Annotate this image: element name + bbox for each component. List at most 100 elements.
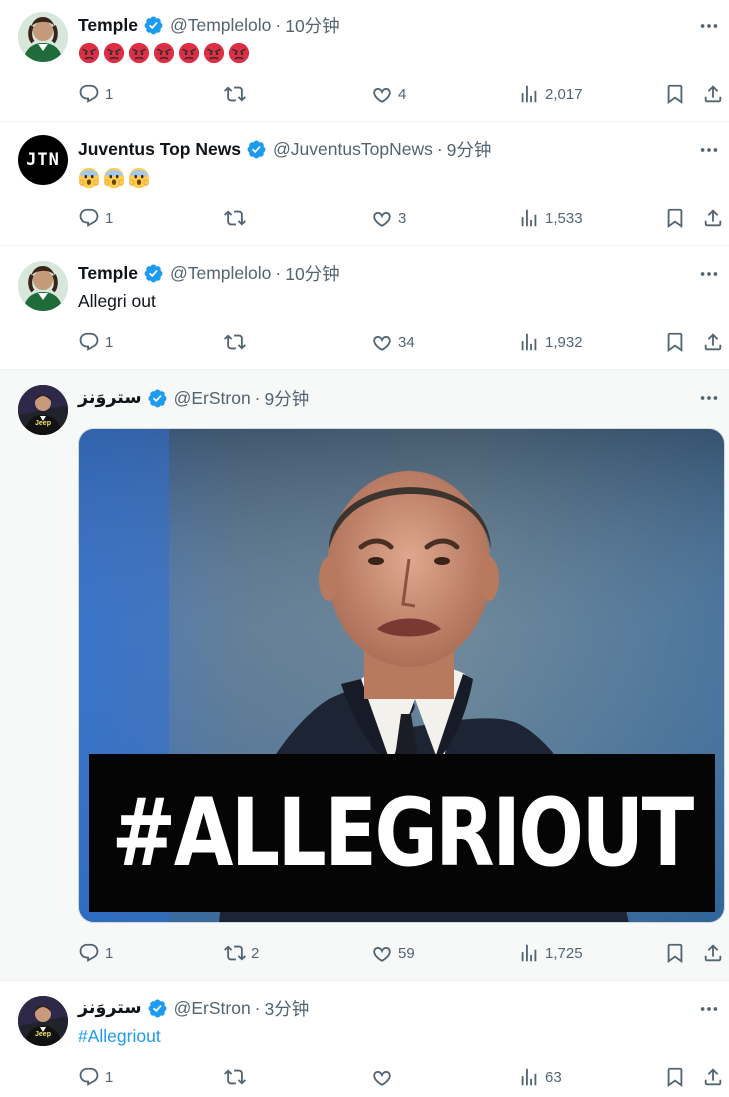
tweet[interactable]: Temple @Templelolo · 10分钟 1 4 2,017 [0,0,729,122]
more-options-icon[interactable] [697,140,721,160]
separator-dot: · [275,14,282,35]
face-screaming-icon [128,167,150,189]
verified-icon [147,998,168,1019]
reply-button[interactable]: 1 [78,940,113,966]
avatar[interactable]: JTN [18,135,68,185]
handle[interactable]: @Templelolo [170,15,271,36]
tweet[interactable]: JTN Juventus Top News @JuventusTopNews ·… [0,122,729,246]
face-screaming-icon [103,167,125,189]
display-name[interactable]: ستروَنز [78,388,142,408]
action-bar: 1 63 [0,1064,729,1090]
views-button[interactable]: 63 [518,1064,562,1090]
like-button[interactable]: 3 [371,205,406,231]
avatar[interactable]: Jeep [18,385,68,435]
retweet-button[interactable] [224,1064,251,1090]
display-name[interactable]: ستروَنز [78,998,142,1018]
like-button[interactable]: 34 [371,329,415,355]
more-options-icon[interactable] [697,999,721,1019]
views-button[interactable]: 1,932 [518,329,583,355]
share-button[interactable] [702,940,724,966]
more-options-icon[interactable] [697,16,721,36]
bookmark-button[interactable] [664,1064,686,1090]
reply-button[interactable]: 1 [78,81,113,107]
handle[interactable]: @ErStron [174,998,251,1019]
bookmark-button[interactable] [664,329,686,355]
emoji-row [78,167,150,189]
bar-chart-icon [518,207,540,229]
angry-face-icon [228,42,250,64]
heart-icon [371,331,393,353]
tweet[interactable]: Jeep ستروَنز @ErStron · 9分钟 #ALLEGRIOUT … [0,370,729,981]
handle[interactable]: @JuventusTopNews [273,139,433,160]
handle[interactable]: @Templelolo [170,263,271,284]
display-name[interactable]: Temple [78,263,138,284]
reply-button[interactable]: 1 [78,205,113,231]
like-button[interactable]: 59 [371,940,415,966]
timestamp[interactable]: 9分钟 [447,137,492,162]
bar-chart-icon [518,331,540,353]
like-button[interactable]: 4 [371,81,406,107]
tweet-header: Temple @Templelolo · 10分钟 [78,262,340,284]
retweet-button[interactable] [224,329,251,355]
more-options-icon[interactable] [697,264,721,284]
hashtag-link[interactable]: #Allegriout [78,1024,161,1048]
bookmark-icon [664,942,686,964]
avatar[interactable] [18,261,68,311]
retweet-button[interactable] [224,205,251,231]
timestamp[interactable]: 3分钟 [265,996,310,1021]
bar-chart-icon [518,942,540,964]
banner-text: #ALLEGRIOUT [111,778,695,888]
separator-dot: · [275,262,282,283]
share-icon [702,942,724,964]
display-name[interactable]: Temple [78,15,138,36]
views-button[interactable]: 1,725 [518,940,583,966]
view-count: 1,932 [545,333,583,351]
retweet-icon [224,1066,246,1088]
tweet[interactable]: Temple @Templelolo · 10分钟 Allegri out 1 … [0,246,729,370]
retweet-icon [224,331,246,353]
reply-icon [78,942,100,964]
views-button[interactable]: 2,017 [518,81,583,107]
reply-button[interactable]: 1 [78,1064,113,1090]
bar-chart-icon [518,83,540,105]
share-icon [702,207,724,229]
share-button[interactable] [702,81,724,107]
avatar[interactable]: Jeep [18,996,68,1046]
reply-count: 1 [105,333,114,351]
heart-icon [371,83,393,105]
handle[interactable]: @ErStron [174,388,251,409]
display-name[interactable]: Juventus Top News [78,139,241,160]
angry-face-icon [178,42,200,64]
tweet-image[interactable]: #ALLEGRIOUT [78,428,725,923]
reply-button[interactable]: 1 [78,329,113,355]
share-icon [702,83,724,105]
timestamp[interactable]: 10分钟 [285,261,339,286]
jersey-sponsor-text: Jeep [35,1031,51,1038]
like-button[interactable] [371,1064,398,1090]
tweet-header: ستروَنز @ErStron · 3分钟 [78,997,309,1019]
view-count: 2,017 [545,85,583,103]
views-button[interactable]: 1,533 [518,205,583,231]
bookmark-button[interactable] [664,940,686,966]
share-button[interactable] [702,1064,724,1090]
share-button[interactable] [702,329,724,355]
avatar[interactable] [18,12,68,62]
bookmark-button[interactable] [664,205,686,231]
share-button[interactable] [702,205,724,231]
bookmark-icon [664,83,686,105]
tweet-header: ستروَنز @ErStron · 9分钟 [78,387,309,409]
action-bar: 1 4 2,017 [0,81,729,107]
separator-dot: · [436,138,443,159]
angry-face-icon [203,42,225,64]
reply-icon [78,207,100,229]
timestamp[interactable]: 10分钟 [285,13,339,38]
more-options-icon[interactable] [697,388,721,408]
retweet-button[interactable] [224,81,251,107]
angry-face-icon [128,42,150,64]
timestamp[interactable]: 9分钟 [265,386,310,411]
retweet-button[interactable]: 2 [224,940,259,966]
face-screaming-icon [78,167,100,189]
bookmark-button[interactable] [664,81,686,107]
share-icon [702,1066,724,1088]
tweet[interactable]: Jeep ستروَنز @ErStron · 3分钟 #Allegriout … [0,981,729,1097]
